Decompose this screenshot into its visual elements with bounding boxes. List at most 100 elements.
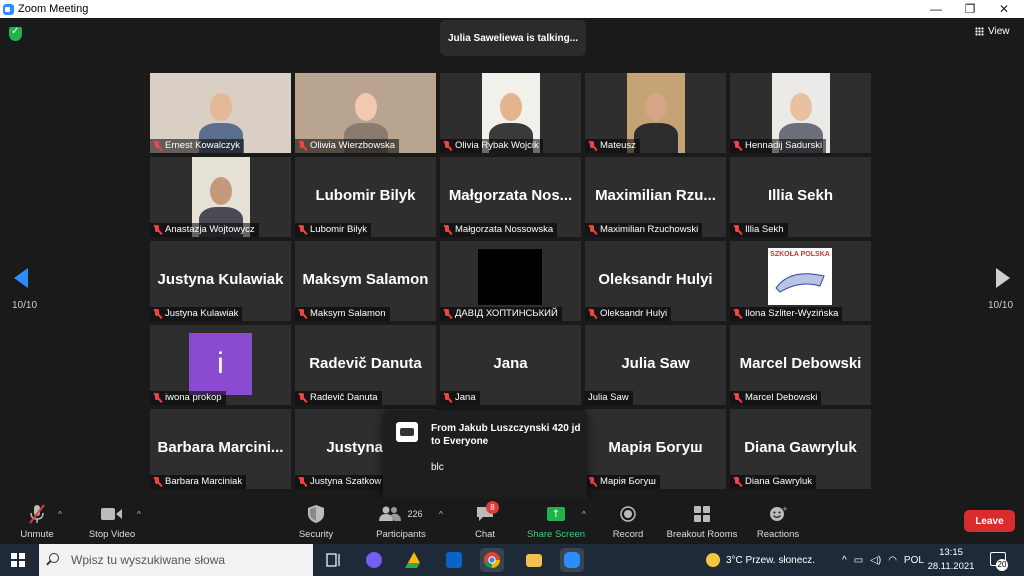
- wifi-icon[interactable]: ◠: [888, 555, 897, 566]
- participant-tile[interactable]: SZKOŁA POLSKA Ilona Szliter-Wyzińska: [730, 241, 871, 321]
- stop-video-button[interactable]: Stop Video: [84, 498, 140, 544]
- muted-mic-icon: [443, 141, 452, 151]
- unmute-label: Unmute: [20, 529, 54, 540]
- participant-name-label: Radevič Danuta: [310, 392, 378, 403]
- chat-message-text: blc: [431, 462, 444, 473]
- language-indicator[interactable]: POL: [904, 555, 924, 566]
- participant-tile[interactable]: Anastazja Wojtowycz: [150, 157, 291, 237]
- muted-microphone-icon: [26, 504, 48, 524]
- participant-tile[interactable]: Jana Jana: [440, 325, 581, 405]
- participant-tile[interactable]: Diana Gawryluk Diana Gawryluk: [730, 409, 871, 489]
- mail-icon[interactable]: [442, 548, 466, 572]
- network-icon[interactable]: ▭: [854, 555, 863, 566]
- participant-tile[interactable]: Maksym Salamon Maksym Salamon: [295, 241, 436, 321]
- participant-display-name: Barbara Marcini...: [157, 439, 284, 456]
- system-tray: ^ ▭ ◁) ◠ POL: [842, 544, 924, 576]
- participant-name-bar: Justyna Szatkow: [295, 475, 386, 489]
- task-view-icon[interactable]: [322, 548, 346, 572]
- chat-notification-popup[interactable]: From Jakub Luszczynski 420 jd to Everyon…: [383, 410, 587, 515]
- participant-name-bar: Ernest Kowalczyk: [150, 139, 244, 153]
- taskbar-search-box[interactable]: Wpisz tu wyszukiwane słowa: [39, 544, 313, 576]
- zoom-taskbar-icon[interactable]: [560, 548, 584, 572]
- record-button[interactable]: Record: [608, 498, 648, 544]
- muted-mic-icon: [153, 393, 162, 403]
- maximize-button[interactable]: ❐: [952, 0, 988, 18]
- participant-name-label: Justyna Szatkow: [310, 476, 382, 487]
- participant-name-label: Małgorzata Nossowska: [455, 224, 554, 235]
- tray-overflow-chevron-icon[interactable]: ^: [842, 555, 847, 566]
- share-options-caret-icon[interactable]: ^: [582, 510, 586, 519]
- participants-label: Participants: [376, 529, 426, 540]
- encryption-shield-icon[interactable]: [9, 26, 22, 41]
- participant-display-name: Małgorzata Nos...: [448, 187, 573, 204]
- notification-count: 20: [996, 559, 1008, 571]
- chrome-icon[interactable]: [480, 548, 504, 572]
- google-drive-icon[interactable]: [402, 548, 426, 572]
- leave-button[interactable]: Leave: [964, 510, 1015, 532]
- security-button[interactable]: Security: [294, 498, 338, 544]
- muted-mic-icon: [298, 393, 307, 403]
- muted-mic-icon: [153, 309, 162, 319]
- participant-tile[interactable]: Małgorzata Nos... Małgorzata Nossowska: [440, 157, 581, 237]
- participant-tile[interactable]: Radevič Danuta Radevič Danuta: [295, 325, 436, 405]
- muted-mic-icon: [153, 477, 162, 487]
- participant-name-bar: Марія Богуш: [585, 475, 660, 489]
- previous-page-arrow-icon[interactable]: [14, 268, 30, 288]
- participant-tile[interactable]: Olivia Rybak Wojcik: [440, 73, 581, 153]
- stop-video-label: Stop Video: [88, 529, 136, 540]
- participant-tile[interactable]: Maximilian Rzu... Maximilian Rzuchowski: [585, 157, 726, 237]
- participant-name-bar: Anastazja Wojtowycz: [150, 223, 259, 237]
- participant-tile[interactable]: Oleksandr Hulyi Oleksandr Hulyi: [585, 241, 726, 321]
- participant-tile[interactable]: Marcel Debowski Marcel Debowski: [730, 325, 871, 405]
- participant-tile[interactable]: Illia Sekh Illia Sekh: [730, 157, 871, 237]
- participant-name-label: Diana Gawryluk: [745, 476, 813, 487]
- participant-tile[interactable]: Hennadij Sadurski: [730, 73, 871, 153]
- participant-display-name: Diana Gawryluk: [744, 439, 857, 456]
- zoom-app-icon: [3, 3, 14, 15]
- taskbar-clock[interactable]: 13:15 28.11.2021: [926, 546, 976, 574]
- participant-display-name: Марія Богуш: [608, 439, 703, 456]
- participants-button[interactable]: 226 Participants: [372, 498, 430, 544]
- participant-tile[interactable]: Lubomir Bilyk Lubomir Bilyk: [295, 157, 436, 237]
- muted-mic-icon: [443, 225, 452, 235]
- breakout-rooms-button[interactable]: Breakout Rooms: [664, 498, 740, 544]
- reactions-button[interactable]: + Reactions: [754, 498, 802, 544]
- participant-tile[interactable]: i iwona prokop: [150, 325, 291, 405]
- participant-display-name: Radevič Danuta: [309, 355, 422, 372]
- windows-taskbar: Wpisz tu wyszukiwane słowa 3°C Przew. sł…: [0, 544, 1024, 576]
- view-button[interactable]: View: [975, 26, 1010, 37]
- participant-tile[interactable]: Justyna Kulawiak Justyna Kulawiak: [150, 241, 291, 321]
- participant-tile[interactable]: Ernest Kowalczyk: [150, 73, 291, 153]
- windows-start-icon[interactable]: [11, 553, 25, 567]
- next-page-arrow-icon[interactable]: [994, 268, 1010, 288]
- unmute-button[interactable]: Unmute: [14, 498, 60, 544]
- chat-button[interactable]: 8 Chat: [468, 498, 502, 544]
- participant-tile[interactable]: ДАВІД ХОПТИНСЬКИЙ: [440, 241, 581, 321]
- close-button[interactable]: ✕: [986, 0, 1022, 18]
- participant-name-label: Illia Sekh: [745, 224, 784, 235]
- participant-display-name: Jana: [493, 355, 528, 372]
- file-explorer-icon[interactable]: [522, 548, 546, 572]
- view-label: View: [988, 26, 1010, 37]
- share-screen-button[interactable]: ↑ Share Screen: [524, 498, 588, 544]
- minimize-button[interactable]: —: [918, 0, 954, 18]
- participant-name-bar: Małgorzata Nossowska: [440, 223, 558, 237]
- participant-tile[interactable]: Julia Saw Julia Saw: [585, 325, 726, 405]
- weather-widget[interactable]: 3°C Przew. słonecz.: [706, 544, 815, 576]
- participant-tile[interactable]: Barbara Marcini... Barbara Marciniak: [150, 409, 291, 489]
- chat-sender-line: From Jakub Luszczynski 420 jd to Everyon…: [431, 423, 581, 447]
- participant-tile[interactable]: Oliwia Wierzbowska: [295, 73, 436, 153]
- video-options-caret-icon[interactable]: ^: [137, 510, 141, 519]
- participant-name-label: Maximilian Rzuchowski: [600, 224, 699, 235]
- participants-options-caret-icon[interactable]: ^: [439, 510, 443, 519]
- participant-tile[interactable]: Mateusz: [585, 73, 726, 153]
- participant-tile[interactable]: Марія Богуш Марія Богуш: [585, 409, 726, 489]
- black-video-frame: [478, 249, 542, 305]
- volume-icon[interactable]: ◁): [870, 555, 881, 566]
- participant-initial-avatar: i: [189, 333, 252, 395]
- sender-avatar-icon: [396, 422, 418, 442]
- participant-name-bar: Oliwia Wierzbowska: [295, 139, 399, 153]
- audio-options-caret-icon[interactable]: ^: [58, 510, 62, 519]
- viber-icon[interactable]: [362, 548, 386, 572]
- muted-mic-icon: [153, 225, 162, 235]
